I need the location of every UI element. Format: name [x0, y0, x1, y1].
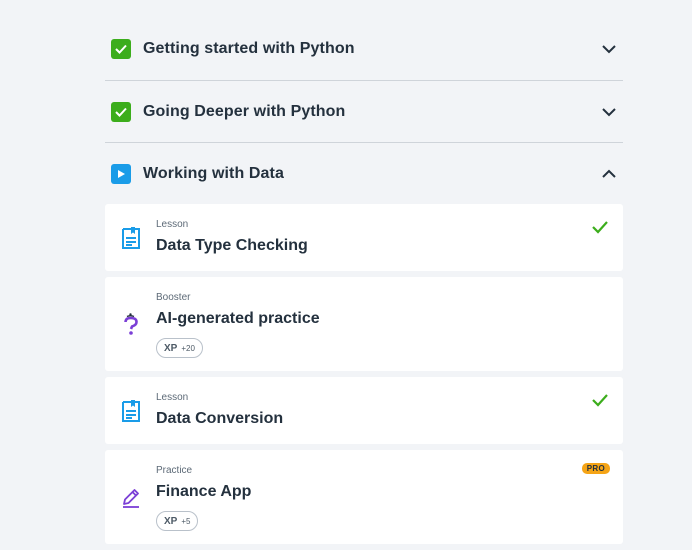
xp-label: XP	[164, 342, 178, 354]
chevron-down-icon[interactable]	[601, 104, 617, 120]
chevron-down-icon[interactable]	[601, 41, 617, 57]
item-title: Data Conversion	[156, 410, 284, 427]
list-item-finance-app[interactable]: Practice Finance App PRO XP +5	[105, 450, 623, 544]
item-type-label: Practice	[156, 465, 193, 476]
xp-badge: XP +5	[156, 511, 199, 531]
section-getting-started[interactable]: Getting started with Python	[105, 18, 623, 81]
item-title: Data Type Checking	[156, 237, 308, 254]
checkmark-icon	[592, 394, 608, 407]
pro-badge: PRO	[581, 463, 610, 474]
check-icon	[111, 39, 131, 59]
ai-question-icon	[124, 313, 138, 335]
section-going-deeper[interactable]: Going Deeper with Python	[105, 81, 623, 143]
item-type-label: Lesson	[156, 392, 189, 403]
section-title: Going Deeper with Python	[143, 102, 346, 120]
checkmark-icon	[592, 221, 608, 234]
xp-label: XP	[164, 515, 178, 527]
xp-badge: XP +20	[156, 338, 203, 358]
item-type-label: Lesson	[156, 219, 189, 230]
xp-value: +5	[181, 516, 191, 526]
list-item-ai-generated-practice[interactable]: Booster AI-generated practice XP +20	[105, 277, 623, 371]
section-title: Getting started with Python	[143, 40, 355, 57]
practice-pencil-icon	[123, 489, 139, 508]
course-outline: Getting started with Python Going Deeper…	[105, 18, 623, 550]
lesson-doc-icon	[122, 400, 140, 422]
chevron-up-icon[interactable]	[601, 166, 617, 182]
xp-value: +20	[181, 343, 195, 353]
list-item-data-conversion[interactable]: Lesson Data Conversion	[105, 377, 623, 444]
list-item-data-type-checking[interactable]: Lesson Data Type Checking	[105, 204, 623, 271]
item-title: Finance App	[156, 483, 252, 500]
item-title: AI-generated practice	[156, 310, 320, 327]
item-type-label: Booster	[156, 292, 191, 303]
section-title: Working with Data	[143, 164, 284, 182]
lesson-doc-icon	[122, 227, 140, 249]
check-icon	[111, 101, 131, 122]
section-working-with-data[interactable]: Working with Data	[105, 143, 623, 204]
play-icon	[111, 163, 131, 184]
